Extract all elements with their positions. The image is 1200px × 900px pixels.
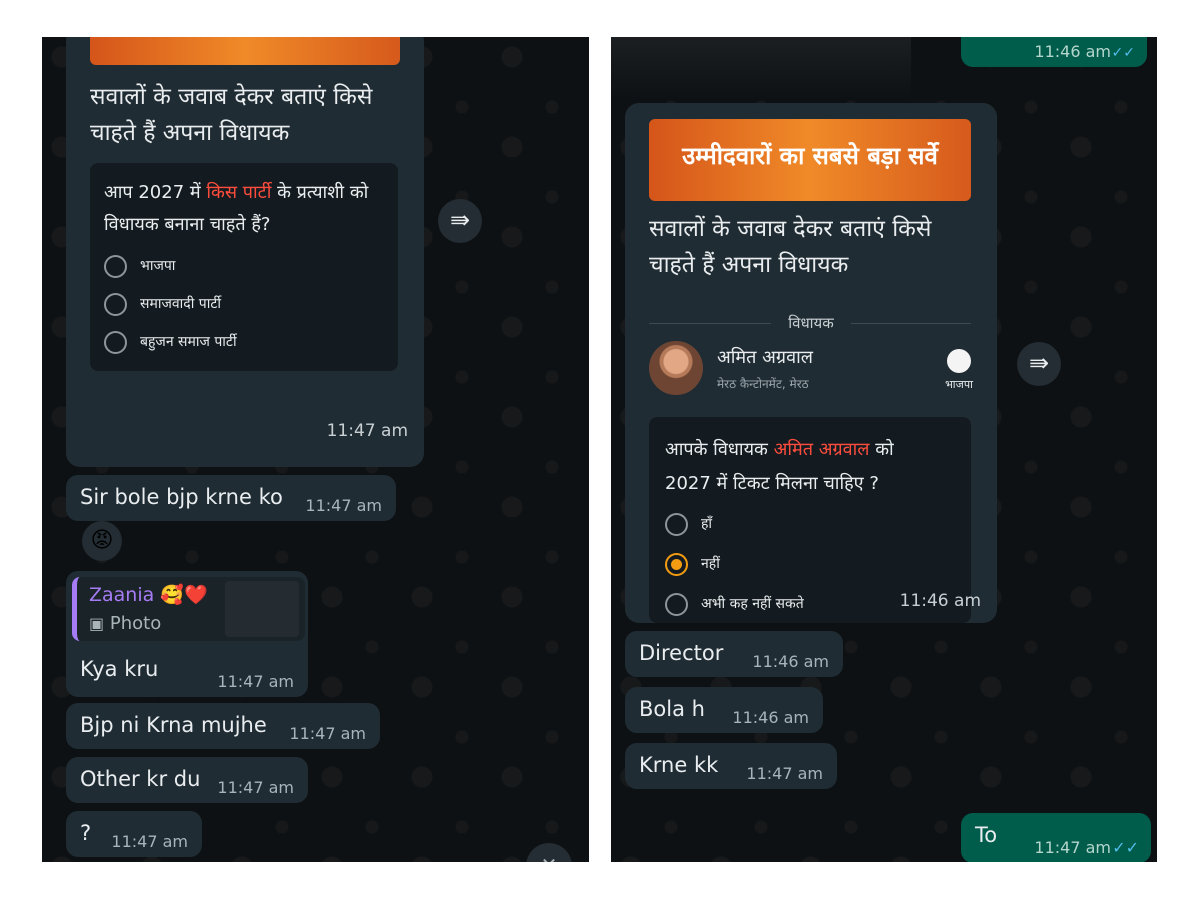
chat-screenshot-left: सवालों के जवाब देकर बताएं किसे चाहते हैं… xyxy=(42,37,589,862)
candidate-name: अमित अग्रवाल xyxy=(717,347,813,368)
message-bubble[interactable]: ? 11:47 am xyxy=(66,811,202,857)
radio-button[interactable] xyxy=(104,255,127,278)
avatar xyxy=(649,341,703,395)
outgoing-image-bubble[interactable]: 11:46 am ✓✓ xyxy=(961,37,1147,67)
read-receipt-icon: ✓✓ xyxy=(1111,45,1135,61)
section-label: विधायक xyxy=(771,313,851,333)
radio-button[interactable] xyxy=(104,331,127,354)
reply-author: Zaania 🥰❤️ xyxy=(89,584,208,606)
forward-icon[interactable]: ⇛ xyxy=(438,199,482,243)
message-bubble[interactable]: Other kr du 11:47 am xyxy=(66,757,308,803)
radio-button-selected[interactable] xyxy=(665,553,688,576)
poll-title: सवालों के जवाब देकर बताएं किसे चाहते हैं… xyxy=(90,84,373,146)
reply-quote[interactable]: Zaania 🥰❤️ ▣ Photo xyxy=(72,577,305,641)
poll-question-box: आपके विधायक अमित अग्रवाल को 2027 में टिक… xyxy=(649,417,981,623)
message-bubble[interactable]: Bjp ni Krna mujhe 11:47 am xyxy=(66,703,380,749)
dark-artwork-image xyxy=(611,37,911,99)
poll-banner: उम्मीदवारों का सबसे बड़ा सर्वे xyxy=(649,119,971,201)
reaction-emoji[interactable]: 😡 xyxy=(82,521,122,561)
poll-title: सवालों के जवाब देकर बताएं किसे चाहते हैं… xyxy=(649,216,932,278)
candidate-area: मेरठ कैन्टोनमेंट, मेरठ xyxy=(717,377,809,391)
party-icon xyxy=(947,349,971,373)
poll-question: आपके विधायक अमित अग्रवाल को 2027 में टिक… xyxy=(665,439,894,494)
message-time: 11:46 am xyxy=(899,591,981,611)
message-bubble[interactable]: Bola h 11:46 am xyxy=(625,687,823,733)
poll-banner xyxy=(90,37,400,65)
poll-question-box: आप 2027 में किस पार्टी के प्रत्याशी को व… xyxy=(90,163,398,371)
chat-screenshot-right: 11:46 am ✓✓ उम्मीदवारों का सबसे बड़ा सर्… xyxy=(611,37,1157,862)
poll-card[interactable]: सवालों के जवाब देकर बताएं किसे चाहते हैं… xyxy=(66,37,424,467)
photo-icon: ▣ xyxy=(89,614,105,633)
reply-media-label: Photo xyxy=(109,613,162,634)
read-receipt-icon: ✓✓ xyxy=(1112,838,1139,857)
radio-button[interactable] xyxy=(104,293,127,316)
message-bubble[interactable]: Director 11:46 am xyxy=(625,631,843,677)
radio-button[interactable] xyxy=(665,593,688,616)
scroll-down-button[interactable]: ✕ xyxy=(526,843,572,862)
message-bubble[interactable]: Krne kk 11:47 am xyxy=(625,743,837,789)
radio-button[interactable] xyxy=(665,513,688,536)
message-time: 11:47 am xyxy=(326,421,408,441)
poll-card[interactable]: उम्मीदवारों का सबसे बड़ा सर्वे सवालों के… xyxy=(625,103,997,623)
reply-thumbnail xyxy=(225,581,299,637)
forward-icon[interactable]: ⇛ xyxy=(1017,342,1061,386)
poll-question: आप 2027 में किस पार्टी के प्रत्याशी को व… xyxy=(104,182,369,235)
outgoing-message-bubble[interactable]: To 11:47 am ✓✓ xyxy=(961,813,1151,862)
message-bubble[interactable]: Sir bole bjp krne ko 11:47 am xyxy=(66,475,396,521)
reply-message-bubble[interactable]: Zaania 🥰❤️ ▣ Photo Kya kru 11:47 am xyxy=(66,571,308,697)
party-label: भाजपा xyxy=(945,378,973,391)
